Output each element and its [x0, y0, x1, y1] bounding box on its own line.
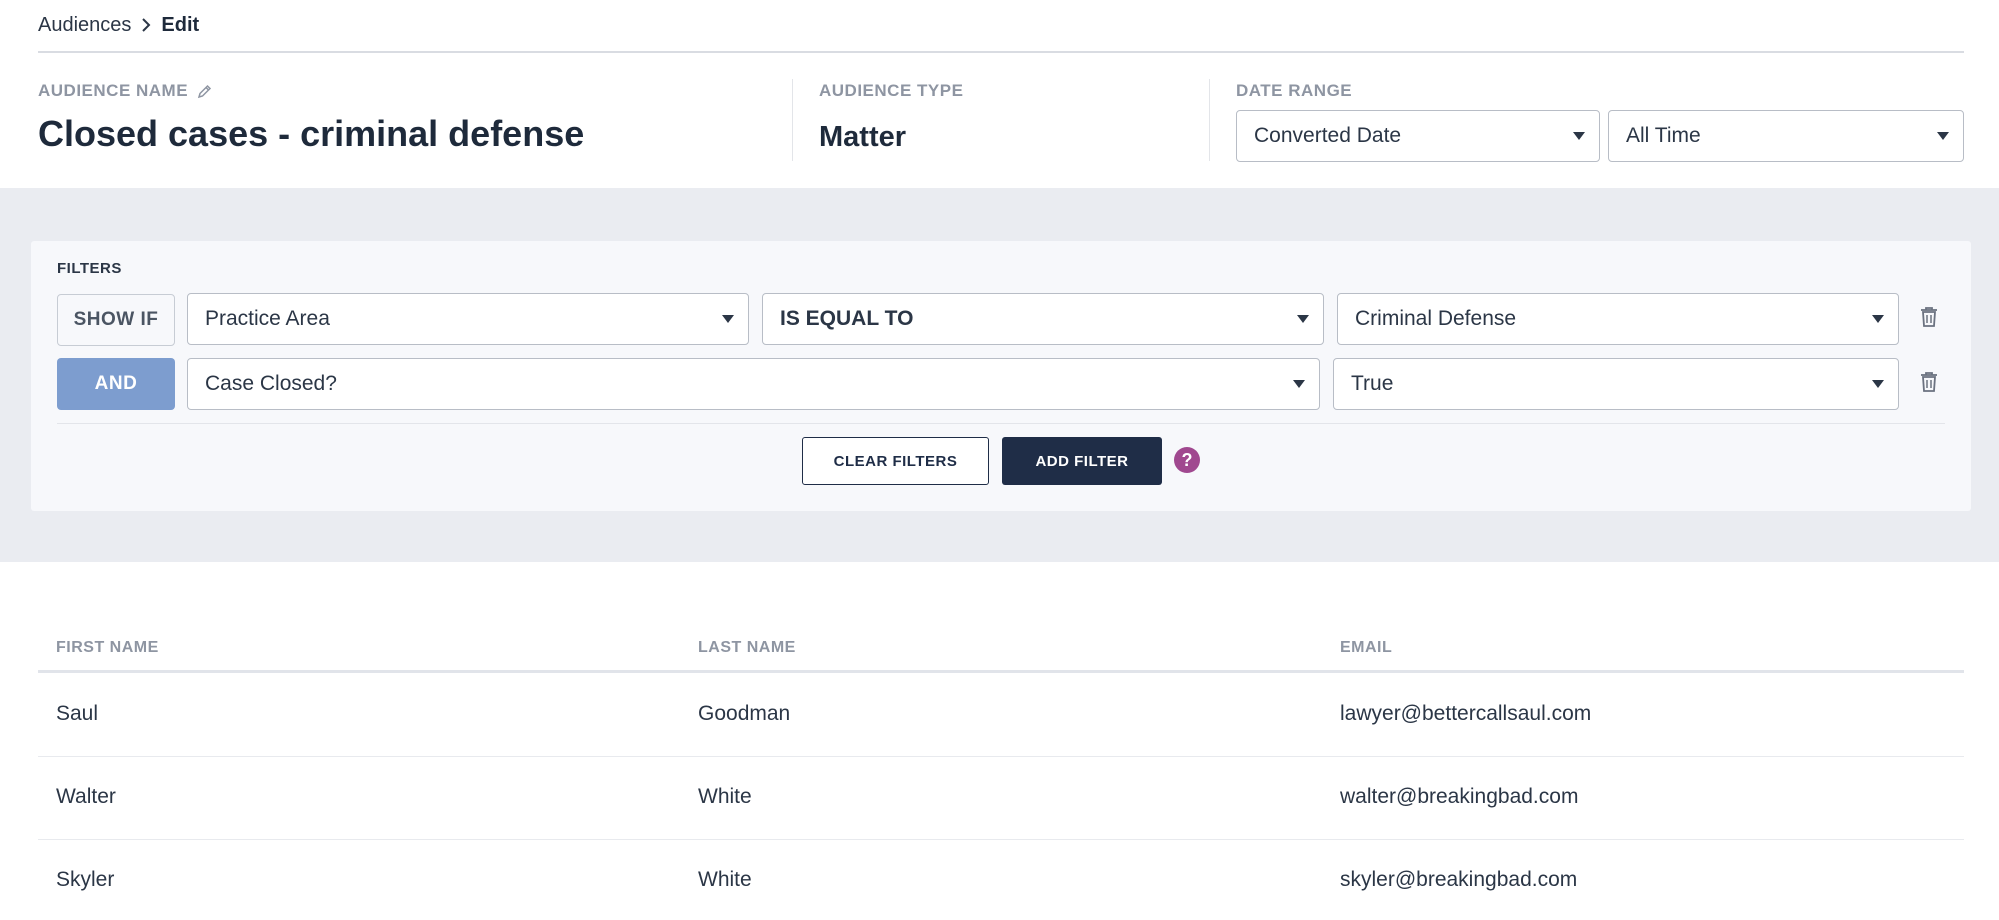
audience-type-label: AUDIENCE TYPE — [819, 81, 964, 100]
date-period-select[interactable]: All Time — [1608, 110, 1964, 162]
pencil-icon[interactable] — [197, 84, 212, 99]
clear-filters-button[interactable]: CLEAR FILTERS — [802, 437, 989, 485]
table-cell-email: lawyer@bettercallsaul.com — [1340, 702, 1592, 725]
breadcrumb-current: Edit — [161, 13, 200, 36]
header-separator — [792, 79, 793, 161]
breadcrumb: Audiences Edit — [38, 12, 199, 38]
question-icon[interactable]: ? — [1174, 447, 1200, 473]
column-header-last-name[interactable]: LAST NAME — [698, 639, 796, 657]
audience-name[interactable]: Closed cases - criminal defense — [38, 113, 584, 155]
column-header-email[interactable]: EMAIL — [1340, 639, 1392, 657]
filter-value-select[interactable]: Criminal Defense — [1337, 293, 1899, 345]
caret-down-icon — [1293, 380, 1305, 388]
caret-down-icon — [1297, 315, 1309, 323]
table-row-divider — [38, 839, 1964, 840]
table-cell-last-name: Goodman — [698, 702, 791, 725]
date-period-value: All Time — [1626, 124, 1701, 147]
audience-type: Matter — [819, 121, 907, 153]
show-if-chip[interactable]: SHOW IF — [57, 294, 175, 346]
table-cell-email: skyler@breakingbad.com — [1340, 868, 1578, 891]
date-range-label: DATE RANGE — [1236, 81, 1353, 100]
audience-name-label: AUDIENCE NAME — [38, 81, 212, 101]
header-separator — [1209, 79, 1210, 161]
trash-icon[interactable] — [1918, 370, 1940, 394]
caret-down-icon — [1937, 132, 1949, 140]
filter-value-value: True — [1351, 372, 1394, 395]
filter-operator-select[interactable]: IS EQUAL TO — [762, 293, 1324, 345]
table-header-rule — [38, 670, 1964, 673]
breadcrumb-audiences-link[interactable]: Audiences — [38, 14, 131, 37]
table-cell-first-name: Walter — [56, 785, 116, 808]
filter-field-select[interactable]: Practice Area — [187, 293, 749, 345]
column-header-first-name[interactable]: FIRST NAME — [56, 639, 159, 657]
filter-field-select[interactable]: Case Closed? — [187, 358, 1320, 410]
filter-field-value: Case Closed? — [205, 372, 337, 395]
table-cell-first-name: Saul — [56, 702, 99, 725]
chevron-right-icon — [140, 17, 152, 33]
date-field-select[interactable]: Converted Date — [1236, 110, 1600, 162]
table-cell-first-name: Skyler — [56, 868, 115, 891]
table-cell-last-name: White — [698, 868, 752, 891]
table-row-divider — [38, 756, 1964, 757]
table-cell-last-name: White — [698, 785, 752, 808]
add-filter-button[interactable]: ADD FILTER — [1002, 437, 1162, 485]
filter-operator-value: IS EQUAL TO — [780, 307, 914, 330]
filter-value-value: Criminal Defense — [1355, 307, 1517, 330]
header-divider — [38, 51, 1964, 53]
trash-icon[interactable] — [1918, 305, 1940, 329]
table-cell-email: walter@breakingbad.com — [1340, 785, 1579, 808]
caret-down-icon — [1872, 315, 1884, 323]
and-chip[interactable]: AND — [57, 358, 175, 410]
filter-field-value: Practice Area — [205, 307, 330, 330]
filters-divider — [57, 423, 1945, 424]
filters-label: FILTERS — [57, 260, 122, 277]
caret-down-icon — [722, 315, 734, 323]
filter-value-select[interactable]: True — [1333, 358, 1899, 410]
caret-down-icon — [1573, 132, 1585, 140]
date-field-value: Converted Date — [1254, 124, 1402, 147]
caret-down-icon — [1872, 380, 1884, 388]
